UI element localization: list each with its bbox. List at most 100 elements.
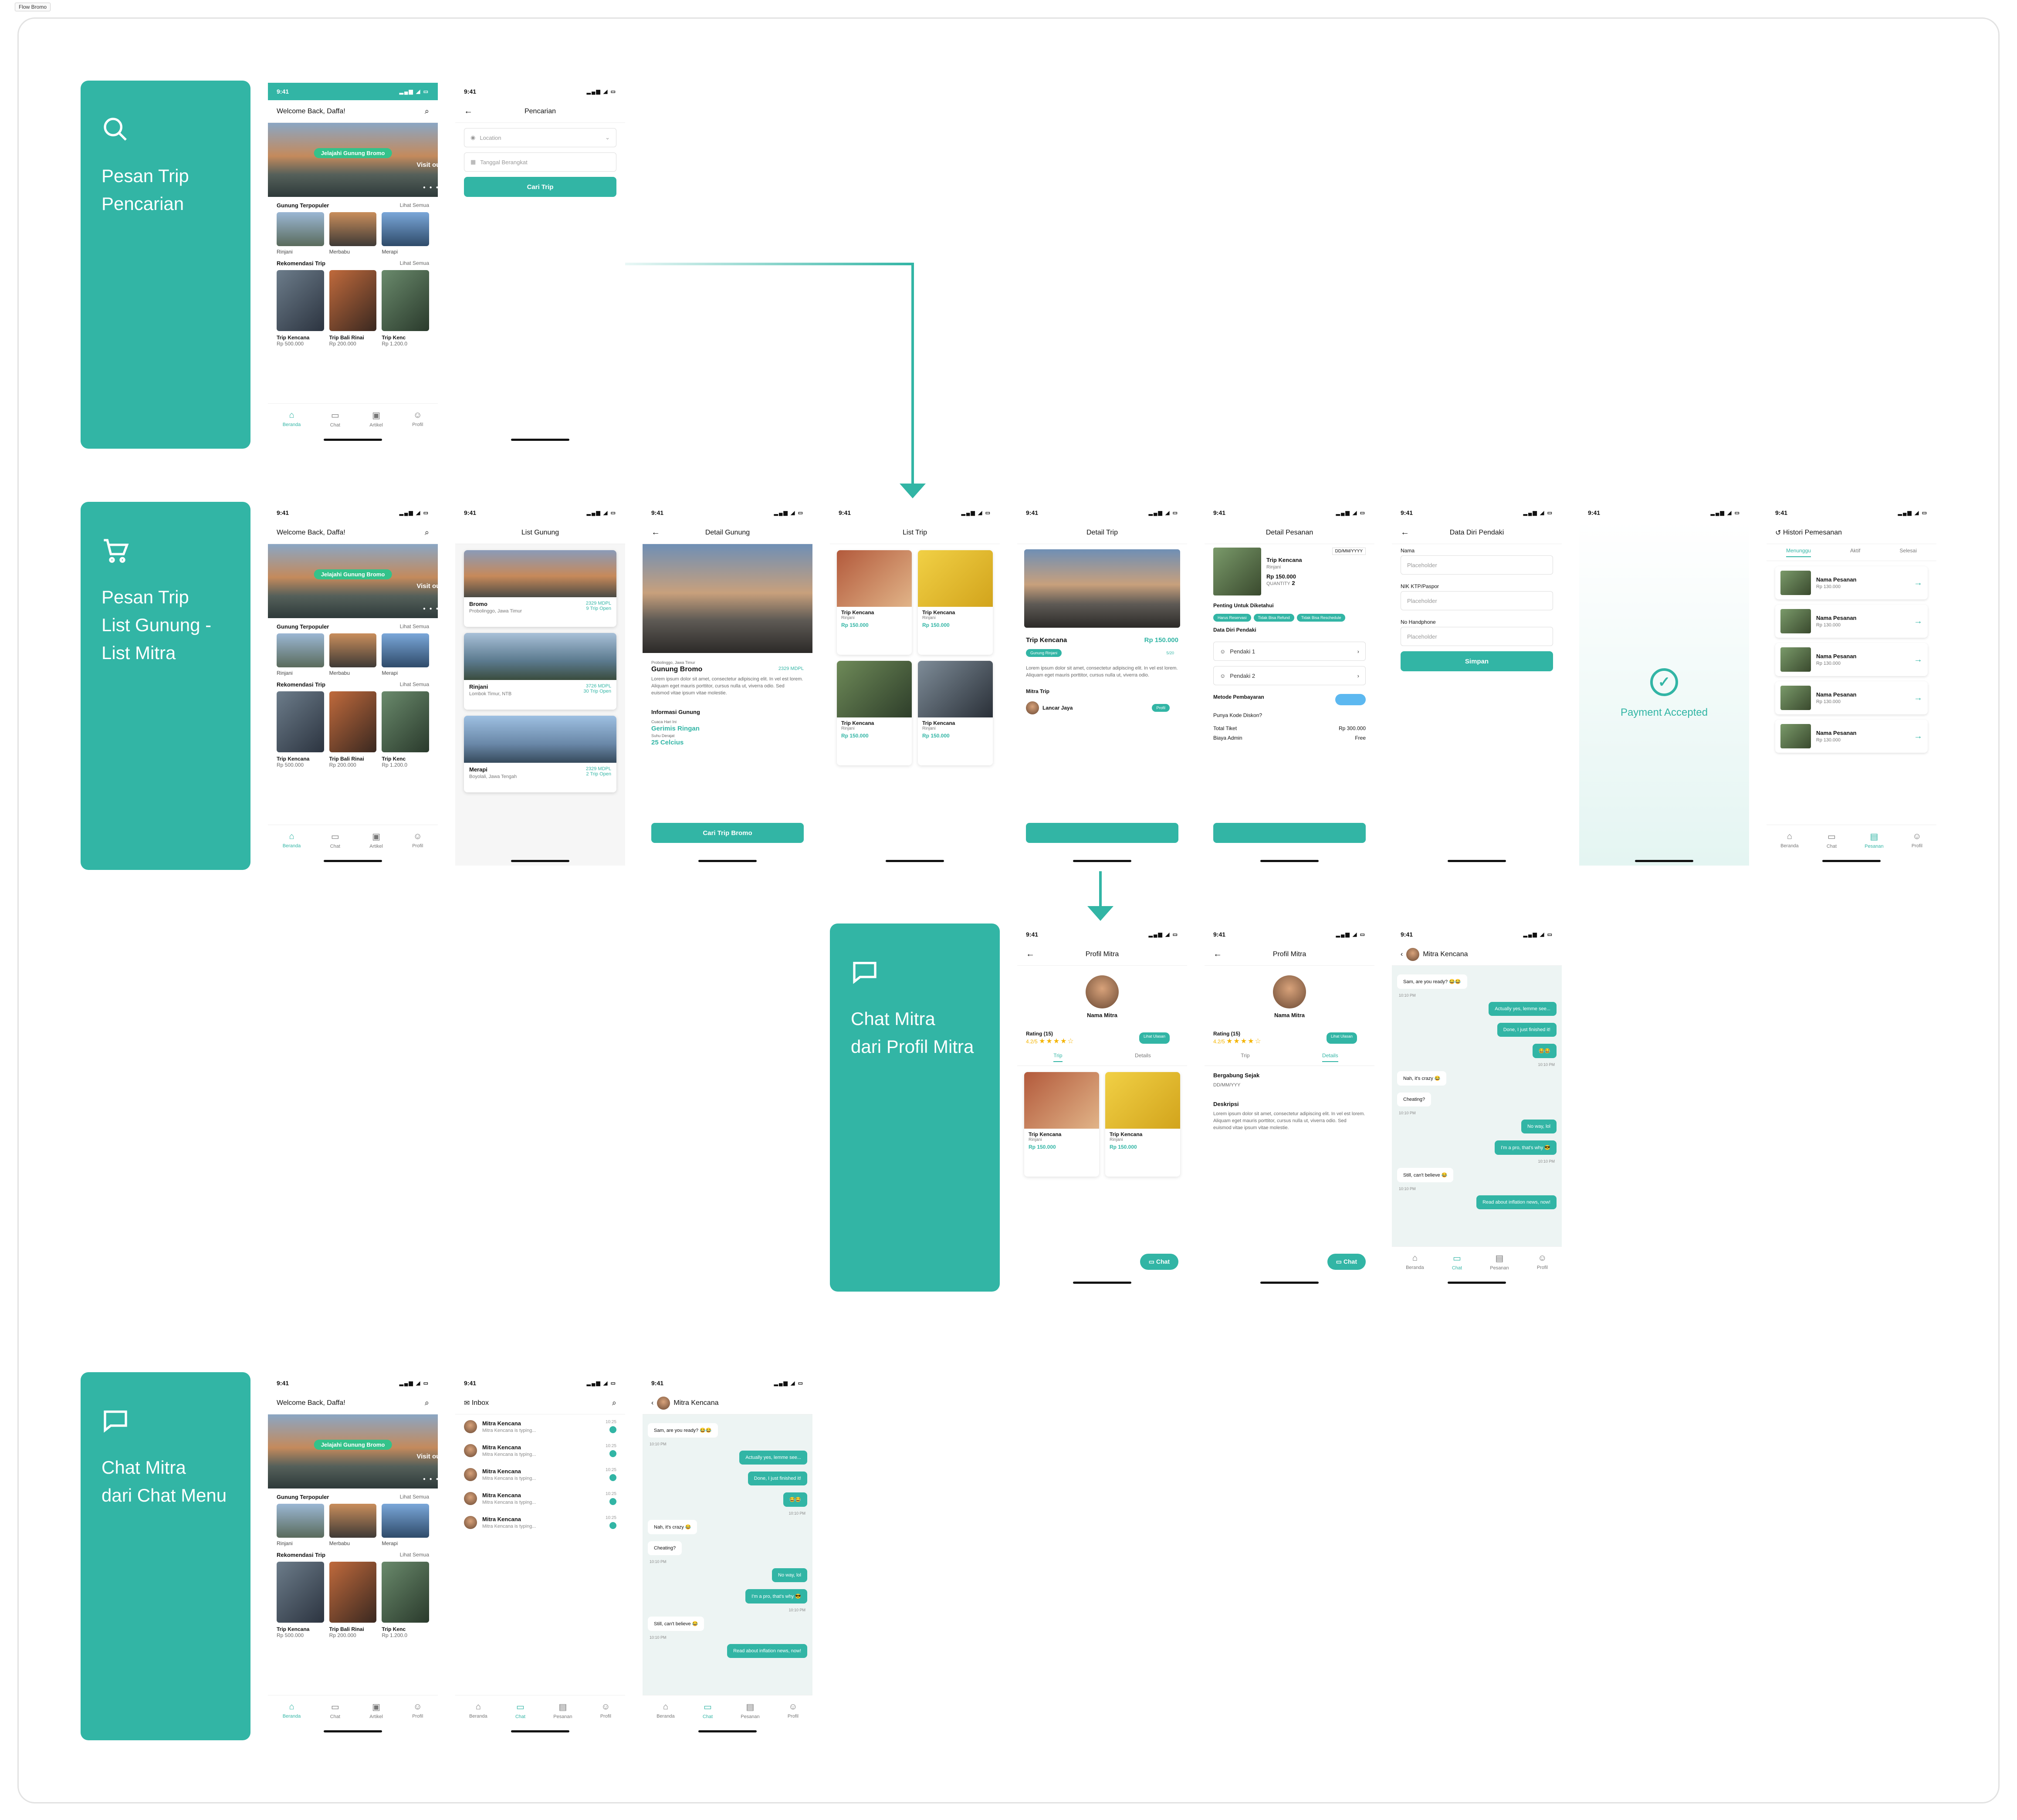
nav-chat[interactable]: ▭ Chat <box>330 1702 340 1719</box>
see-all-link[interactable]: Lihat Semua <box>400 623 429 630</box>
nav-pesanan[interactable]: ▤ Pesanan <box>553 1702 572 1719</box>
nav-chat[interactable]: ▭ Chat <box>330 831 340 849</box>
chat-thread[interactable]: Sam, are you ready? 😂😂 10:10 PM Actually … <box>1392 966 1562 1246</box>
see-all-link[interactable]: Lihat Semua <box>400 202 429 209</box>
rec-thumb[interactable] <box>329 691 377 752</box>
trip-card[interactable]: Trip Kencana Rinjani Rp 150.000 <box>837 550 912 655</box>
trip-card[interactable]: Trip Kencana Rinjani Rp 150.000 <box>918 550 993 655</box>
nav-profil[interactable]: ☺ Profil <box>1912 832 1922 849</box>
pesan-button[interactable] <box>1026 823 1178 843</box>
search-icon[interactable]: ⌕ <box>425 1398 429 1407</box>
inbox-item[interactable]: Mitra Kencana Mitra Kencana is typing... 1… <box>455 1486 625 1510</box>
nav-beranda[interactable]: ⌂ Beranda <box>1406 1253 1424 1270</box>
rec-thumb[interactable] <box>277 691 324 752</box>
see-all-link[interactable]: Lihat Semua <box>400 1494 429 1500</box>
rec-thumb[interactable] <box>329 1562 377 1623</box>
back-arrow-icon[interactable]: ← <box>1213 949 1222 959</box>
back-arrow-icon[interactable]: ‹ <box>651 1399 653 1407</box>
profil-button[interactable]: Profil <box>1152 704 1170 712</box>
mountain-card[interactable]: Merapi Boyolali, Jawa Tengah 2329 MDPL 2 Tr… <box>464 716 616 792</box>
trip-card[interactable]: Trip Kencana Rinjani Rp 150.000 <box>918 661 993 765</box>
rec-thumb[interactable] <box>277 270 324 331</box>
see-all-link[interactable]: Lihat Semua <box>400 1552 429 1558</box>
nav-pesanan[interactable]: ▤ Pesanan <box>741 1702 759 1719</box>
chat-button[interactable]: ▭ Chat <box>1140 1254 1178 1270</box>
mountain-thumb[interactable] <box>329 1504 377 1538</box>
nav-pesanan[interactable]: ▤ Pesanan <box>1490 1253 1509 1271</box>
rec-thumb[interactable] <box>382 691 430 752</box>
history-item[interactable]: Nama Pesanan Rp 130.000 → <box>1775 720 1928 753</box>
nav-artikel[interactable]: ▣ Artikel <box>369 831 383 849</box>
mountain-thumb[interactable] <box>277 212 324 246</box>
inbox-item[interactable]: Mitra Kencana Mitra Kencana is typing... 1… <box>455 1414 625 1438</box>
search-icon[interactable]: ⌕ <box>425 528 429 537</box>
nav-beranda[interactable]: ⌂ Beranda <box>657 1702 675 1719</box>
tab-details[interactable]: Details <box>1135 1052 1151 1062</box>
nav-beranda[interactable]: ⌂ Beranda <box>1780 832 1799 849</box>
history-item[interactable]: Nama Pesanan Rp 130.000 → <box>1775 643 1928 676</box>
inbox-item[interactable]: Mitra Kencana Mitra Kencana is typing... 1… <box>455 1462 625 1486</box>
nav-chat[interactable]: ▭ Chat <box>1827 831 1837 849</box>
nav-beranda[interactable]: ⌂ Beranda <box>283 410 301 427</box>
tab-trip[interactable]: Trip <box>1241 1052 1249 1062</box>
nav-chat[interactable]: ▭ Chat <box>330 410 340 428</box>
tab-selesai[interactable]: Selesai <box>1900 548 1917 557</box>
nav-beranda[interactable]: ⌂ Beranda <box>283 832 301 849</box>
back-arrow-icon[interactable]: ← <box>464 106 473 116</box>
rec-thumb[interactable] <box>382 270 430 331</box>
rec-thumb[interactable] <box>329 270 377 331</box>
mountain-thumb[interactable] <box>382 212 430 246</box>
tab-trip[interactable]: Trip <box>1053 1052 1063 1062</box>
discount-link[interactable]: Punya Kode Diskon? <box>1205 709 1374 722</box>
location-field[interactable]: ◉ Location ⌄ <box>464 128 616 147</box>
see-all-link[interactable]: Lihat Semua <box>400 681 429 688</box>
simpan-button[interactable]: Simpan <box>1401 651 1553 671</box>
chat-thread[interactable]: Sam, are you ready? 😂😂 10:10 PM Actually … <box>643 1414 812 1695</box>
nav-profil[interactable]: ☺ Profil <box>600 1702 611 1719</box>
back-arrow-icon[interactable]: ‹ <box>1401 951 1403 958</box>
tab-menunggu[interactable]: Menunggu <box>1786 548 1811 557</box>
mountain-thumb[interactable] <box>382 633 430 667</box>
see-all-link[interactable]: Lihat Semua <box>400 260 429 267</box>
mountain-card[interactable]: Rinjani Lombok Timur, NTB 3726 MDPL 30 Trip… <box>464 633 616 710</box>
payment-toggle[interactable] <box>1335 694 1366 705</box>
back-arrow-icon[interactable]: ← <box>1401 528 1409 538</box>
inbox-item[interactable]: Mitra Kencana Mitra Kencana is typing... 1… <box>455 1510 625 1534</box>
cari-trip-bromo-button[interactable]: Cari Trip Bromo <box>651 823 804 843</box>
date-field[interactable]: ▦ Tanggal Berangkat <box>464 152 616 172</box>
nav-profil[interactable]: ☺ Profil <box>412 410 423 427</box>
chat-button[interactable]: ▭ Chat <box>1327 1254 1366 1270</box>
banner[interactable]: Jelajahi Gunung BromoVisit our trip !● ●… <box>268 1414 438 1488</box>
nama-field[interactable]: Placeholder <box>1401 555 1553 575</box>
trip-card[interactable]: Trip Kencana Rinjani Rp 150.000 <box>1105 1072 1180 1177</box>
banner[interactable]: Jelajahi Gunung BromoVisit our trip !● ●… <box>268 123 438 197</box>
nav-pesanan[interactable]: ▤ Pesanan <box>1865 831 1883 849</box>
tab-details[interactable]: Details <box>1322 1052 1338 1062</box>
back-arrow-icon[interactable]: ← <box>651 528 660 538</box>
back-arrow-icon[interactable]: ← <box>1026 949 1035 959</box>
bayar-button[interactable] <box>1213 823 1366 843</box>
nav-profil[interactable]: ☺ Profil <box>412 832 423 849</box>
mountain-thumb[interactable] <box>382 1504 430 1538</box>
mountain-card[interactable]: Bromo Probolinggo, Jawa Timur 2329 MDPL 9 T… <box>464 550 616 627</box>
search-icon[interactable]: ⌕ <box>612 1398 616 1407</box>
nav-profil[interactable]: ☺ Profil <box>412 1702 423 1719</box>
trip-card[interactable]: Trip Kencana Rinjani Rp 150.000 <box>837 661 912 765</box>
nav-profil[interactable]: ☺ Profil <box>788 1702 799 1719</box>
nav-chat[interactable]: ▭ Chat <box>703 1702 713 1719</box>
mountain-thumb[interactable] <box>277 1504 324 1538</box>
inbox-item[interactable]: Mitra Kencana Mitra Kencana is typing... 1… <box>455 1438 625 1462</box>
cari-trip-button[interactable]: Cari Trip <box>464 177 616 197</box>
nav-beranda[interactable]: ⌂ Beranda <box>469 1702 487 1719</box>
nav-beranda[interactable]: ⌂ Beranda <box>283 1702 301 1719</box>
banner[interactable]: Jelajahi Gunung BromoVisit our trip !● ●… <box>268 544 438 618</box>
mountain-thumb[interactable] <box>329 212 377 246</box>
rec-thumb[interactable] <box>277 1562 324 1623</box>
phone-field[interactable]: Placeholder <box>1401 627 1553 646</box>
nav-artikel[interactable]: ▣ Artikel <box>369 410 383 428</box>
nav-profil[interactable]: ☺ Profil <box>1537 1253 1548 1270</box>
pendaki-1-field[interactable]: ☺ Pendaki 1 › <box>1213 642 1366 661</box>
nav-chat[interactable]: ▭ Chat <box>515 1702 525 1719</box>
mountain-thumb[interactable] <box>329 633 377 667</box>
pendaki-2-field[interactable]: ☺ Pendaki 2 › <box>1213 666 1366 685</box>
